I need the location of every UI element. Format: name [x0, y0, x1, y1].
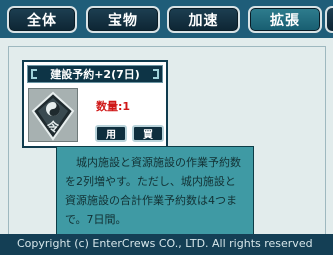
tooltip-text: 城内施設と資源施設の作業予約数を2列増やす。ただし、城内施設と資源施設の合計作業…: [65, 156, 241, 226]
tab-label: 全体: [27, 12, 57, 29]
reservation-token-icon[interactable]: 令: [28, 88, 78, 142]
title-bracket-right: [153, 69, 159, 79]
tab-treasure[interactable]: 宝物: [86, 6, 160, 33]
tab-speedup[interactable]: 加速: [167, 6, 240, 33]
item-quantity: 数量:1: [96, 100, 131, 113]
tab-edge-decoration: [325, 6, 333, 33]
footer: Copyright (c) EnterCrews CO., LTD. All r…: [0, 234, 333, 255]
title-bracket-left: [31, 69, 37, 79]
copyright-text: Copyright (c) EnterCrews CO., LTD. All r…: [17, 237, 313, 250]
item-description-tooltip: 城内施設と資源施設の作業予約数を2列増やす。ただし、城内施設と資源施設の合計作業…: [56, 146, 254, 240]
tab-label: 宝物: [108, 12, 138, 29]
tab-all[interactable]: 全体: [7, 6, 77, 33]
tab-label: 加速: [188, 12, 219, 29]
item-title-bar: 建設予約+2(7日): [27, 65, 163, 83]
use-button[interactable]: 用: [95, 125, 127, 142]
item-title: 建設予約+2(7日): [50, 68, 140, 81]
tab-expansion[interactable]: 拡張: [248, 6, 322, 33]
tab-label: 拡張: [270, 12, 300, 29]
tab-bar: 全体 宝物 加速 拡張: [0, 0, 333, 36]
svg-text:令: 令: [46, 119, 60, 134]
item-card: 建設予約+2(7日) 令 数量:1 用 買: [22, 60, 168, 148]
buy-button[interactable]: 買: [132, 125, 164, 142]
